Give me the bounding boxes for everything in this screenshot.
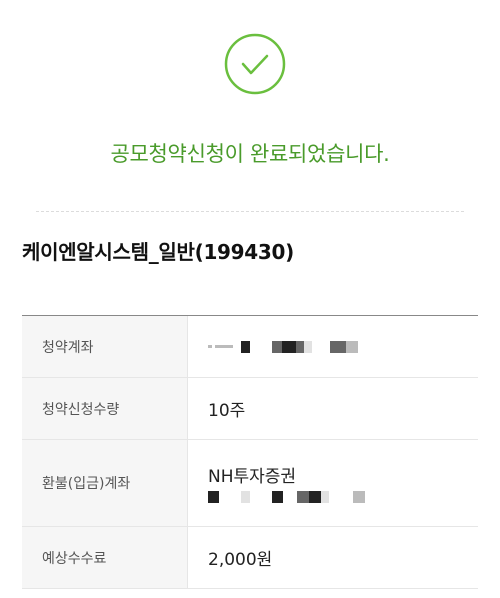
masked-refund-account [208,489,478,505]
table-row: 환불(입금)계좌 NH투자증권 [22,440,478,527]
check-circle-icon [224,33,286,95]
divider [36,211,464,212]
quantity-value: 10주 [208,401,246,421]
quantity-label: 청약신청수량 [22,378,188,439]
success-message: 공모청약신청이 완료되었습니다. [110,142,390,166]
fee-value: 2,000원 [208,550,273,570]
masked-account-number [208,339,478,355]
fee-label: 예상수수료 [22,527,188,588]
refund-bank-name: NH투자증권 [208,466,297,487]
refund-account-label: 환불(입금)계좌 [22,440,188,526]
stock-title: 케이엔알시스템_일반(199430) [22,240,294,264]
subscription-details-table: 청약계좌 청약신청수량 10주 환불(입금)계좌 NH투자증권 예상수수료 2,… [22,315,478,589]
refund-account-value: NH투자증권 [188,440,478,526]
table-row: 청약계좌 [22,316,478,378]
table-row: 청약신청수량 10주 [22,378,478,440]
account-value [188,316,478,377]
account-label: 청약계좌 [22,316,188,377]
table-row: 예상수수료 2,000원 [22,527,478,589]
